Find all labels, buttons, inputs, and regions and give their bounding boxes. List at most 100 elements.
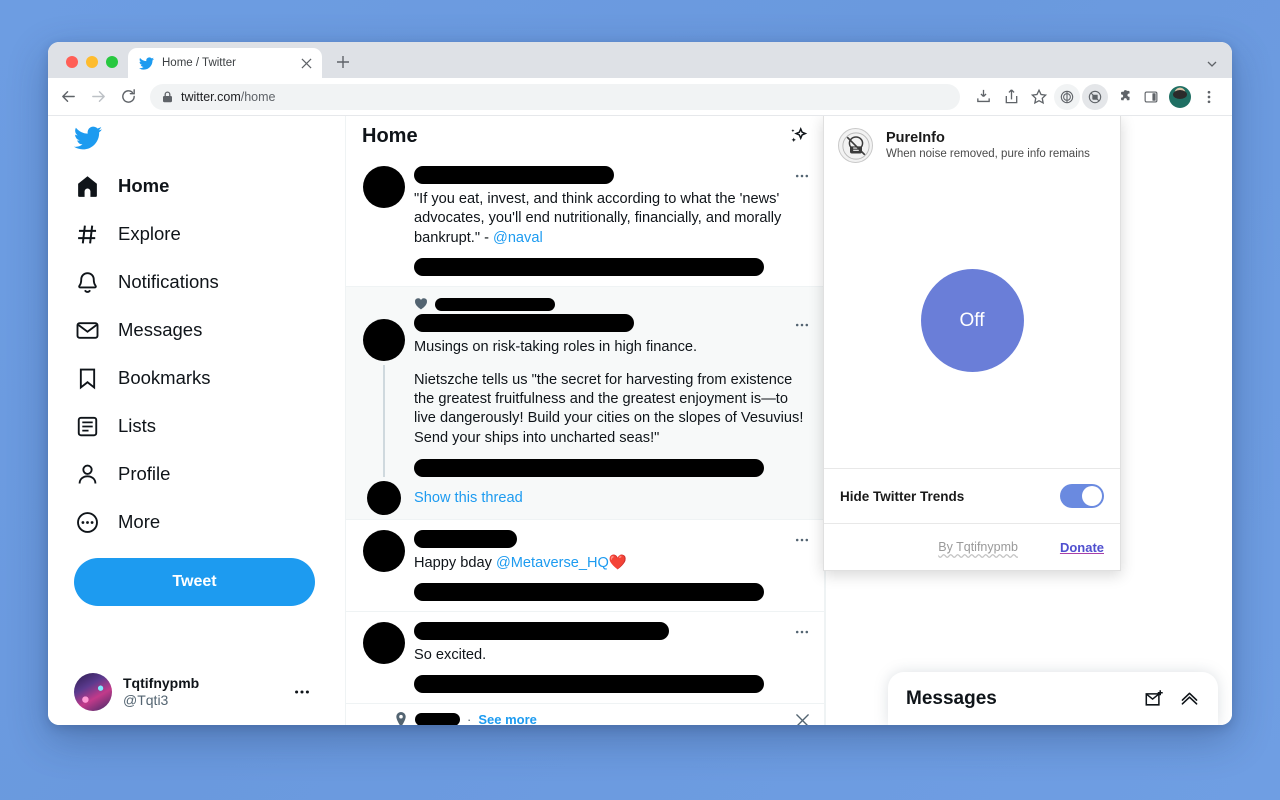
- avatar[interactable]: [367, 480, 401, 515]
- person-icon: [74, 461, 100, 487]
- ellipsis-icon[interactable]: [293, 683, 311, 701]
- social-context: [414, 297, 808, 311]
- account-handle: @Tqti3: [123, 692, 169, 708]
- social-context: · See more: [360, 712, 810, 725]
- reload-icon[interactable]: [114, 83, 142, 111]
- popup-footer: By Tqtifnypmb Donate: [824, 524, 1120, 570]
- sidebar-item-label: Notifications: [118, 271, 219, 292]
- page-viewport: Home Explore Notifications Messages Book…: [48, 116, 1232, 725]
- hide-trends-toggle[interactable]: [1060, 484, 1104, 508]
- tweet-more-icon[interactable]: [794, 624, 810, 640]
- avatar[interactable]: [363, 529, 405, 572]
- back-icon[interactable]: [54, 83, 82, 111]
- sidebar-item-explore[interactable]: Explore: [48, 210, 333, 258]
- tweet-more-icon[interactable]: [794, 317, 810, 333]
- messages-dock[interactable]: Messages: [888, 672, 1218, 725]
- install-app-icon[interactable]: [970, 84, 996, 110]
- sidebar-item-home[interactable]: Home: [48, 162, 333, 210]
- twitter-bird-logo[interactable]: [48, 116, 333, 162]
- browser-toolbar: twitter.com/home: [48, 78, 1232, 116]
- page-title: Home: [362, 124, 418, 147]
- power-toggle-button[interactable]: Off: [920, 269, 1024, 372]
- tweet-more-icon[interactable]: [794, 532, 810, 548]
- tweet-item[interactable]: · See more Wedding rings that were remov…: [346, 704, 824, 725]
- redacted-author: [414, 166, 614, 184]
- envelope-icon: [74, 317, 100, 343]
- chevron-down-icon[interactable]: [1206, 58, 1218, 70]
- extension-pureinfo-icon[interactable]: [1082, 83, 1108, 110]
- close-window-button[interactable]: [66, 56, 78, 68]
- avatar[interactable]: [363, 622, 405, 665]
- toolbar-icon-group: [970, 83, 1222, 110]
- minimize-window-button[interactable]: [86, 56, 98, 68]
- tweet-text-main: "If you eat, invest, and think according…: [414, 191, 782, 246]
- sidebar-item-bookmarks[interactable]: Bookmarks: [48, 354, 333, 402]
- setting-label: Hide Twitter Trends: [840, 488, 965, 504]
- sidebar-item-messages[interactable]: Messages: [48, 306, 333, 354]
- tweet-item[interactable]: Musings on risk-taking roles in high fin…: [346, 287, 824, 520]
- tweet-left-column: [360, 166, 408, 276]
- side-panel-icon[interactable]: [1138, 84, 1164, 110]
- new-message-icon[interactable]: [1144, 688, 1165, 709]
- extensions-puzzle-icon[interactable]: [1110, 84, 1136, 110]
- tweet-button[interactable]: Tweet: [74, 558, 315, 606]
- popup-main-area: Off: [824, 173, 1120, 469]
- redacted-actions: [414, 459, 764, 478]
- avatar[interactable]: [363, 319, 405, 362]
- redacted-author: [414, 529, 517, 548]
- forward-icon[interactable]: [84, 83, 112, 111]
- messages-dock-title: Messages: [906, 687, 997, 709]
- chevron-up-icon[interactable]: [1179, 688, 1200, 709]
- lock-icon: [162, 90, 173, 103]
- tweet-item[interactable]: So excited.: [346, 612, 824, 705]
- account-display-name: Tqtifnypmb: [123, 674, 200, 691]
- extension-popup: PureInfo When noise removed, pure info r…: [823, 116, 1121, 571]
- account-names: Tqtifnypmb @Tqti3: [123, 675, 282, 710]
- profile-avatar-icon[interactable]: [1169, 85, 1191, 108]
- url-path: /home: [240, 89, 276, 104]
- tweet-item[interactable]: Happy bday @Metaverse_HQ❤️: [346, 519, 824, 613]
- maximize-window-button[interactable]: [106, 56, 118, 68]
- tweet-left-column: [360, 529, 408, 601]
- mention-link[interactable]: @Metaverse_HQ: [496, 555, 609, 571]
- see-more-link[interactable]: See more: [478, 712, 537, 725]
- share-icon[interactable]: [998, 84, 1024, 110]
- redacted-author: [414, 314, 634, 333]
- mention-link[interactable]: @naval: [493, 230, 543, 246]
- sidebar-item-label: Bookmarks: [118, 367, 211, 388]
- bell-icon: [74, 269, 100, 295]
- extension-shield-icon[interactable]: [1054, 83, 1080, 110]
- messages-dock-icons: [1144, 688, 1200, 709]
- hashtag-icon: [74, 221, 100, 247]
- address-bar[interactable]: twitter.com/home: [150, 83, 960, 110]
- thread-connector: [383, 365, 385, 477]
- sparkle-icon[interactable]: [788, 126, 808, 146]
- new-tab-button[interactable]: [330, 49, 356, 75]
- tweet-more-icon[interactable]: [794, 168, 810, 184]
- sidebar-item-lists[interactable]: Lists: [48, 402, 333, 450]
- bookmark-star-icon[interactable]: [1026, 84, 1052, 110]
- bookmark-icon: [74, 365, 100, 391]
- sidebar-item-notifications[interactable]: Notifications: [48, 258, 333, 306]
- twitter-sidebar: Home Explore Notifications Messages Book…: [48, 116, 345, 725]
- show-thread-link[interactable]: Show this thread: [414, 489, 808, 508]
- sidebar-item-profile[interactable]: Profile: [48, 450, 333, 498]
- redacted-actions: [414, 583, 764, 602]
- sidebar-item-more[interactable]: More: [48, 498, 333, 546]
- chrome-menu-icon[interactable]: [1196, 84, 1222, 110]
- browser-tab[interactable]: Home / Twitter: [128, 48, 322, 78]
- sidebar-item-label: Messages: [118, 319, 203, 340]
- hide-trends-setting-row: Hide Twitter Trends: [824, 469, 1120, 524]
- tweet-text: So excited.: [414, 647, 487, 664]
- no-noise-face-icon: [838, 128, 873, 163]
- twitter-feed: Home "If you eat, invest, and think acco…: [345, 116, 825, 725]
- close-icon[interactable]: [795, 713, 810, 725]
- avatar[interactable]: [363, 166, 405, 208]
- tweet-body: Happy bday @Metaverse_HQ❤️: [408, 529, 808, 602]
- redacted-actions: [414, 258, 764, 277]
- tweet-body: "If you eat, invest, and think according…: [408, 166, 808, 277]
- donate-link[interactable]: Donate: [1060, 540, 1104, 555]
- tab-close-icon[interactable]: [298, 55, 314, 71]
- tweet-item[interactable]: "If you eat, invest, and think according…: [346, 156, 824, 288]
- sidebar-account[interactable]: Tqtifnypmb @Tqti3: [74, 667, 319, 717]
